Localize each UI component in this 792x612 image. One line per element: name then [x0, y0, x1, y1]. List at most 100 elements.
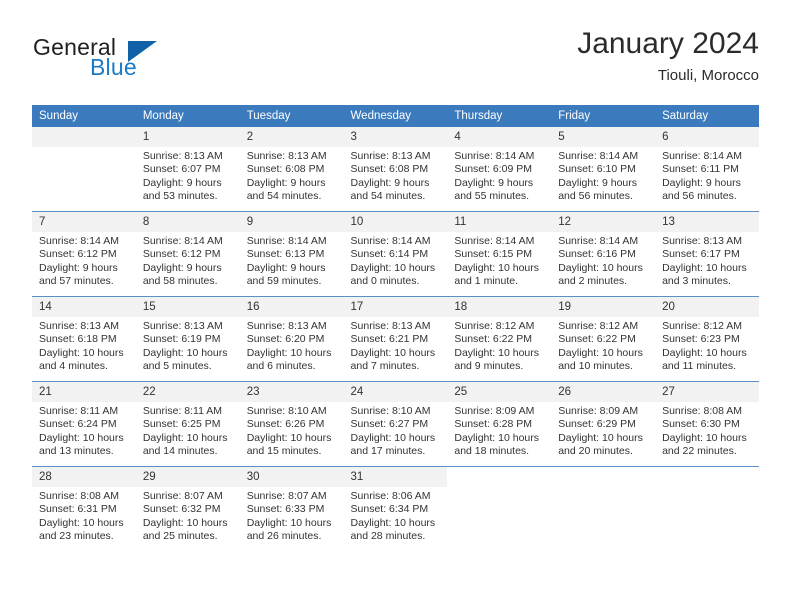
calendar-cell[interactable] — [447, 466, 552, 551]
day-cell: 2 Sunrise: 8:13 AM Sunset: 6:08 PM Daylight… — [239, 127, 344, 211]
day-cell: 21 Sunrise: 8:11 AM Sunset: 6:24 PM Dayligh… — [32, 382, 136, 466]
calendar-cell[interactable]: 10 Sunrise: 8:14 AM Sunset: 6:14 PM Dayligh… — [343, 211, 448, 297]
day-daylight-line1-text: Daylight: 10 hours — [662, 346, 747, 359]
weekday-header-row: Sunday Monday Tuesday Wednesday Thursday… — [32, 105, 759, 127]
day-daylight-line1-text: Daylight: 10 hours — [142, 431, 228, 444]
calendar-cell[interactable]: 1 Sunrise: 8:13 AM Sunset: 6:07 PM Daylight… — [135, 127, 240, 212]
calendar-cell[interactable]: 6 Sunrise: 8:14 AM Sunset: 6:11 PM Daylight… — [655, 127, 759, 212]
calendar-cell[interactable]: 15 Sunrise: 8:13 AM Sunset: 6:19 PM Dayligh… — [135, 296, 240, 382]
day-daylight-line2-text: and 55 minutes. — [454, 190, 530, 203]
day-number: 5 — [551, 127, 656, 147]
day-number: 20 — [655, 297, 759, 317]
day-number: 31 — [343, 467, 448, 487]
day-info: Sunrise: 8:11 AM Sunset: 6:24 PM Daylight:… — [32, 402, 136, 459]
calendar-cell[interactable]: 19 Sunrise: 8:12 AM Sunset: 6:22 PM Dayligh… — [551, 296, 656, 382]
day-sunset-text: Sunset: 6:16 PM — [558, 248, 636, 261]
calendar-cell[interactable]: 8 Sunrise: 8:14 AM Sunset: 6:12 PM Daylight… — [135, 211, 240, 297]
day-cell: 12 Sunrise: 8:14 AM Sunset: 6:16 PM Dayligh… — [551, 212, 656, 296]
weekday-header-thursday: Thursday — [447, 105, 552, 127]
day-daylight-line1-text: Daylight: 10 hours — [39, 346, 124, 359]
weekday-header-saturday: Saturday — [655, 105, 759, 127]
calendar-cell[interactable]: 27 Sunrise: 8:08 AM Sunset: 6:30 PM Dayligh… — [655, 381, 759, 467]
day-sunrise-text: Sunrise: 8:14 AM — [454, 150, 535, 162]
page-header: General Blue January 2024 Tiouli, Morocc… — [0, 0, 792, 104]
calendar-cell[interactable]: 25 Sunrise: 8:09 AM Sunset: 6:28 PM Dayligh… — [447, 381, 552, 467]
day-cell: 19 Sunrise: 8:12 AM Sunset: 6:22 PM Dayligh… — [551, 297, 656, 381]
calendar-cell[interactable]: 24 Sunrise: 8:10 AM Sunset: 6:27 PM Dayligh… — [343, 381, 448, 467]
day-cell: 20 Sunrise: 8:12 AM Sunset: 6:23 PM Dayligh… — [655, 297, 759, 381]
day-sunset-text: Sunset: 6:30 PM — [662, 418, 740, 431]
calendar-cell[interactable]: 16 Sunrise: 8:13 AM Sunset: 6:20 PM Dayligh… — [239, 296, 344, 382]
day-daylight-line2-text: and 56 minutes. — [558, 190, 633, 203]
day-number: 13 — [655, 212, 759, 232]
day-sunset-text: Sunset: 6:22 PM — [454, 333, 533, 346]
day-number: 23 — [239, 382, 344, 402]
calendar-cell[interactable]: 5 Sunrise: 8:14 AM Sunset: 6:10 PM Daylight… — [551, 127, 656, 212]
day-info: Sunrise: 8:12 AM Sunset: 6:22 PM Daylight:… — [447, 317, 551, 374]
day-sunrise-text: Sunrise: 8:14 AM — [558, 235, 639, 247]
calendar-cell[interactable]: 13 Sunrise: 8:13 AM Sunset: 6:17 PM Dayligh… — [655, 211, 759, 297]
calendar-cell[interactable]: 4 Sunrise: 8:14 AM Sunset: 6:09 PM Daylight… — [447, 127, 552, 212]
day-daylight-line2-text: and 22 minutes. — [662, 445, 737, 458]
day-sunset-text: Sunset: 6:34 PM — [350, 503, 429, 516]
page-subtitle: Tiouli, Morocco — [657, 67, 759, 84]
day-sunset-text: Sunset: 6:25 PM — [142, 418, 221, 431]
calendar-cell[interactable]: 28 Sunrise: 8:08 AM Sunset: 6:31 PM Dayligh… — [32, 466, 136, 551]
calendar-cell[interactable]: 31 Sunrise: 8:06 AM Sunset: 6:34 PM Dayligh… — [343, 466, 448, 551]
calendar-cell[interactable]: 21 Sunrise: 8:11 AM Sunset: 6:24 PM Dayligh… — [32, 381, 136, 467]
calendar-cell[interactable]: 30 Sunrise: 8:07 AM Sunset: 6:33 PM Dayligh… — [239, 466, 344, 551]
calendar-week-row: 21 Sunrise: 8:11 AM Sunset: 6:24 PM Dayligh… — [32, 381, 759, 467]
calendar-cell[interactable]: 22 Sunrise: 8:11 AM Sunset: 6:25 PM Dayligh… — [135, 381, 240, 467]
day-info: Sunrise: 8:14 AM Sunset: 6:12 PM Daylight:… — [32, 232, 136, 289]
day-number: 19 — [551, 297, 656, 317]
day-sunrise-text: Sunrise: 8:11 AM — [39, 405, 119, 417]
calendar-cell[interactable]: 9 Sunrise: 8:14 AM Sunset: 6:13 PM Daylight… — [239, 211, 344, 297]
calendar-cell[interactable]: 11 Sunrise: 8:14 AM Sunset: 6:15 PM Dayligh… — [447, 211, 552, 297]
calendar-cell[interactable]: 29 Sunrise: 8:07 AM Sunset: 6:32 PM Dayligh… — [135, 466, 240, 551]
calendar-cell[interactable] — [655, 466, 759, 551]
day-sunrise-text: Sunrise: 8:13 AM — [350, 150, 431, 162]
day-sunrise-text: Sunrise: 8:07 AM — [246, 490, 327, 502]
day-sunrise-text: Sunrise: 8:13 AM — [662, 235, 743, 247]
day-info: Sunrise: 8:06 AM Sunset: 6:34 PM Daylight:… — [344, 487, 448, 544]
day-daylight-line1-text: Daylight: 9 hours — [350, 176, 430, 189]
calendar-cell[interactable]: 14 Sunrise: 8:13 AM Sunset: 6:18 PM Dayligh… — [32, 296, 136, 382]
calendar-cell[interactable]: 7 Sunrise: 8:14 AM Sunset: 6:12 PM Daylight… — [32, 211, 136, 297]
day-daylight-line2-text: and 1 minute. — [454, 275, 519, 288]
day-sunset-text: Sunset: 6:20 PM — [246, 333, 325, 346]
calendar-cell[interactable]: 23 Sunrise: 8:10 AM Sunset: 6:26 PM Dayligh… — [239, 381, 344, 467]
day-daylight-line2-text: and 15 minutes. — [246, 445, 322, 458]
day-daylight-line2-text: and 53 minutes. — [142, 190, 218, 203]
day-info: Sunrise: 8:13 AM Sunset: 6:08 PM Daylight:… — [344, 147, 448, 204]
day-info: Sunrise: 8:14 AM Sunset: 6:09 PM Daylight:… — [447, 147, 551, 204]
day-info: Sunrise: 8:14 AM Sunset: 6:11 PM Daylight:… — [655, 147, 759, 204]
calendar-cell[interactable] — [551, 466, 656, 551]
calendar-cell[interactable]: 12 Sunrise: 8:14 AM Sunset: 6:16 PM Dayligh… — [551, 211, 656, 297]
day-info: Sunrise: 8:12 AM Sunset: 6:23 PM Daylight:… — [655, 317, 759, 374]
day-number: 9 — [239, 212, 344, 232]
day-cell: 9 Sunrise: 8:14 AM Sunset: 6:13 PM Daylight… — [239, 212, 344, 296]
day-daylight-line2-text: and 4 minutes. — [39, 360, 108, 373]
day-daylight-line1-text: Daylight: 10 hours — [350, 346, 436, 359]
day-sunrise-text: Sunrise: 8:14 AM — [246, 235, 327, 247]
day-info: Sunrise: 8:13 AM Sunset: 6:07 PM Daylight:… — [136, 147, 240, 204]
calendar-cell[interactable]: 18 Sunrise: 8:12 AM Sunset: 6:22 PM Dayligh… — [447, 296, 552, 382]
day-sunset-text: Sunset: 6:08 PM — [246, 163, 325, 176]
calendar-cell[interactable]: 17 Sunrise: 8:13 AM Sunset: 6:21 PM Dayligh… — [343, 296, 448, 382]
day-cell — [551, 467, 655, 551]
day-sunrise-text: Sunrise: 8:14 AM — [558, 150, 639, 162]
calendar-cell[interactable]: 26 Sunrise: 8:09 AM Sunset: 6:29 PM Dayligh… — [551, 381, 656, 467]
general-blue-logo[interactable]: General Blue — [33, 34, 213, 86]
calendar-cell[interactable]: 2 Sunrise: 8:13 AM Sunset: 6:08 PM Daylight… — [239, 127, 344, 212]
day-info: Sunrise: 8:14 AM Sunset: 6:16 PM Daylight:… — [551, 232, 655, 289]
day-sunset-text: Sunset: 6:26 PM — [246, 418, 325, 431]
calendar-cell[interactable]: 20 Sunrise: 8:12 AM Sunset: 6:23 PM Dayligh… — [655, 296, 759, 382]
calendar-cell[interactable] — [32, 127, 136, 212]
day-info: Sunrise: 8:14 AM Sunset: 6:14 PM Daylight:… — [344, 232, 448, 289]
day-info — [32, 147, 136, 150]
day-cell: 31 Sunrise: 8:06 AM Sunset: 6:34 PM Dayligh… — [343, 467, 448, 551]
day-daylight-line1-text: Daylight: 10 hours — [39, 516, 124, 529]
weekday-header-friday: Friday — [551, 105, 656, 127]
calendar-cell[interactable]: 3 Sunrise: 8:13 AM Sunset: 6:08 PM Daylight… — [343, 127, 448, 212]
day-sunrise-text: Sunrise: 8:09 AM — [454, 405, 535, 417]
